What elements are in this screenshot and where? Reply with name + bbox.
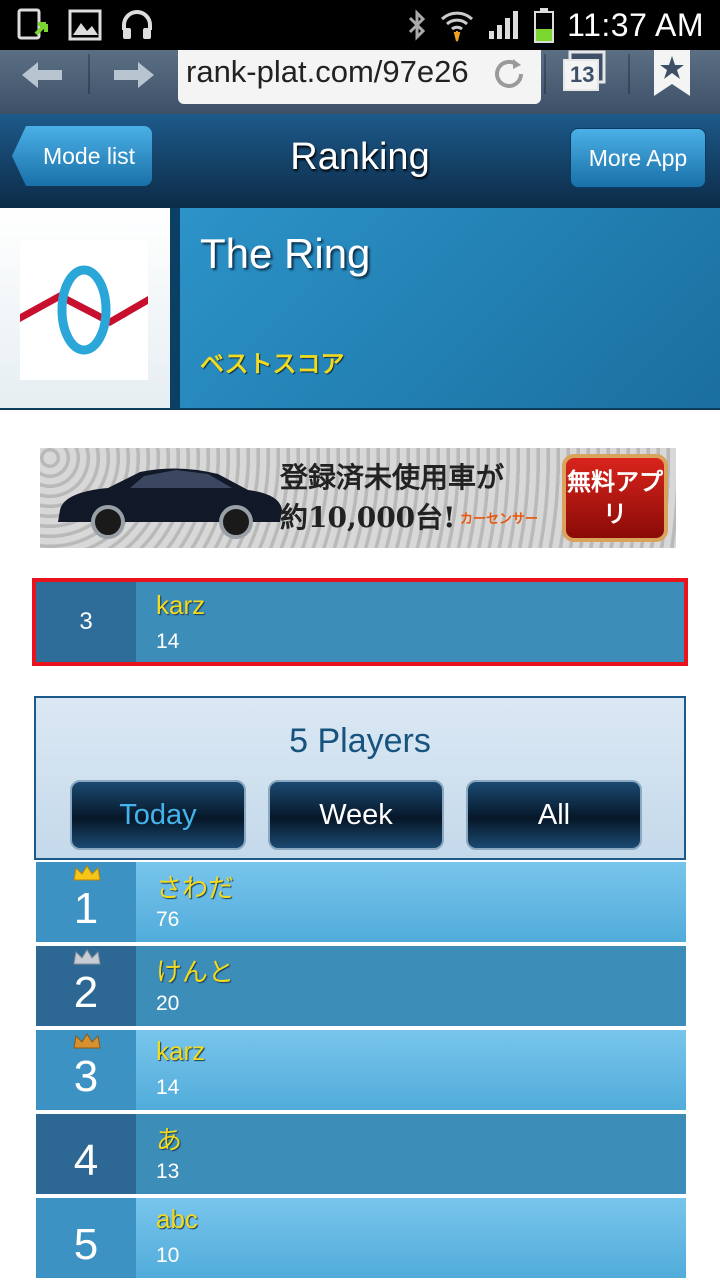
gold-crown-icon <box>73 865 101 881</box>
players-count: 5 Players <box>289 722 431 760</box>
rank-number-text: 2 <box>73 968 99 1017</box>
battery-icon <box>534 8 555 43</box>
rank-number: 2 <box>36 946 136 1026</box>
player-score: 76 <box>156 908 180 931</box>
more-app-label: More App <box>588 144 688 171</box>
divider <box>628 54 630 94</box>
rank-number-text: 4 <box>73 1136 99 1185</box>
divider <box>170 208 180 408</box>
clock: 11:37 AM <box>567 6 704 43</box>
rank-number: 1 <box>36 862 136 942</box>
ring-game-icon <box>20 240 148 380</box>
my-player-score: 14 <box>156 630 180 653</box>
player-name: abc <box>156 1204 198 1234</box>
ranking-list: 1 さわだ 76 2 けんと 20 3 karz 14 4 あ 13 5 abc… <box>36 862 686 1282</box>
rank-number: 5 <box>36 1198 136 1278</box>
rank-number: 3 <box>36 1030 136 1110</box>
ad-free-app-button[interactable]: 無料アプリ <box>562 454 668 542</box>
player-score: 13 <box>156 1160 180 1183</box>
rank-number-text: 5 <box>73 1220 99 1269</box>
car-image <box>58 468 282 539</box>
signal-icon <box>489 11 519 39</box>
game-icon-frame <box>0 208 170 408</box>
image-icon <box>66 6 104 44</box>
table-row[interactable]: 5 abc 10 <box>36 1198 686 1278</box>
player-score: 14 <box>156 1076 180 1099</box>
period-tab-today[interactable]: Today <box>70 780 246 850</box>
player-score: 20 <box>156 992 180 1015</box>
game-title: The Ring <box>200 230 371 277</box>
tabs-button[interactable]: 13 <box>560 50 610 100</box>
url-bar[interactable]: rank-plat.com/97e26 <box>178 50 541 104</box>
game-mode: ベストスコア <box>200 350 345 378</box>
silver-crown-icon <box>73 949 101 965</box>
player-name: あ <box>156 1125 183 1155</box>
game-info: The Ring ベストスコア <box>180 208 720 408</box>
player-score: 10 <box>156 1244 180 1267</box>
period-tab-week[interactable]: Week <box>268 780 444 850</box>
players-panel: 5 Players Today Week All <box>34 696 686 860</box>
period-tab-all[interactable]: All <box>466 780 642 850</box>
status-bar: 11:37 AM <box>0 0 720 50</box>
sim-update-icon <box>14 6 52 44</box>
rank-number-text: 3 <box>73 1052 99 1101</box>
player-name: さわだ <box>156 873 235 903</box>
player-name: karz <box>156 1036 206 1066</box>
table-row[interactable]: 3 karz 14 <box>36 1030 686 1110</box>
wifi-icon <box>441 11 474 42</box>
bronze-crown-icon <box>73 1033 101 1049</box>
rank-number: 4 <box>36 1114 136 1194</box>
forward-arrow-icon[interactable] <box>104 50 164 100</box>
my-rank-row[interactable]: 3 karz 14 <box>32 578 688 666</box>
divider <box>88 54 90 94</box>
ad-line-1: 登録済未使用車が <box>280 461 505 494</box>
rank-number-text: 1 <box>73 884 99 933</box>
my-rank-number: 3 <box>36 582 136 662</box>
ad-brand: カーセンサー <box>460 512 539 527</box>
bluetooth-icon <box>409 9 426 41</box>
player-name: けんと <box>156 957 235 987</box>
game-banner: The Ring ベストスコア <box>0 208 720 410</box>
browser-toolbar: rank-plat.com/97e26 13 <box>0 50 720 114</box>
table-row[interactable]: 4 あ 13 <box>36 1114 686 1194</box>
reload-icon[interactable] <box>491 56 527 92</box>
app-header: Mode list Ranking More App <box>0 114 720 208</box>
tab-count: 13 <box>570 62 595 87</box>
headphones-icon <box>118 6 156 44</box>
my-player-name: karz <box>156 590 206 620</box>
ad-banner[interactable]: 登録済未使用車が 約10,000台! カーセンサー 無料アプリ <box>40 448 676 548</box>
more-app-button[interactable]: More App <box>570 128 706 188</box>
back-arrow-icon[interactable] <box>12 50 72 100</box>
divider <box>544 54 546 94</box>
table-row[interactable]: 1 さわだ 76 <box>36 862 686 942</box>
url-text[interactable]: rank-plat.com/97e26 <box>186 54 481 90</box>
bookmark-icon[interactable] <box>650 50 702 104</box>
table-row[interactable]: 2 けんと 20 <box>36 946 686 1026</box>
